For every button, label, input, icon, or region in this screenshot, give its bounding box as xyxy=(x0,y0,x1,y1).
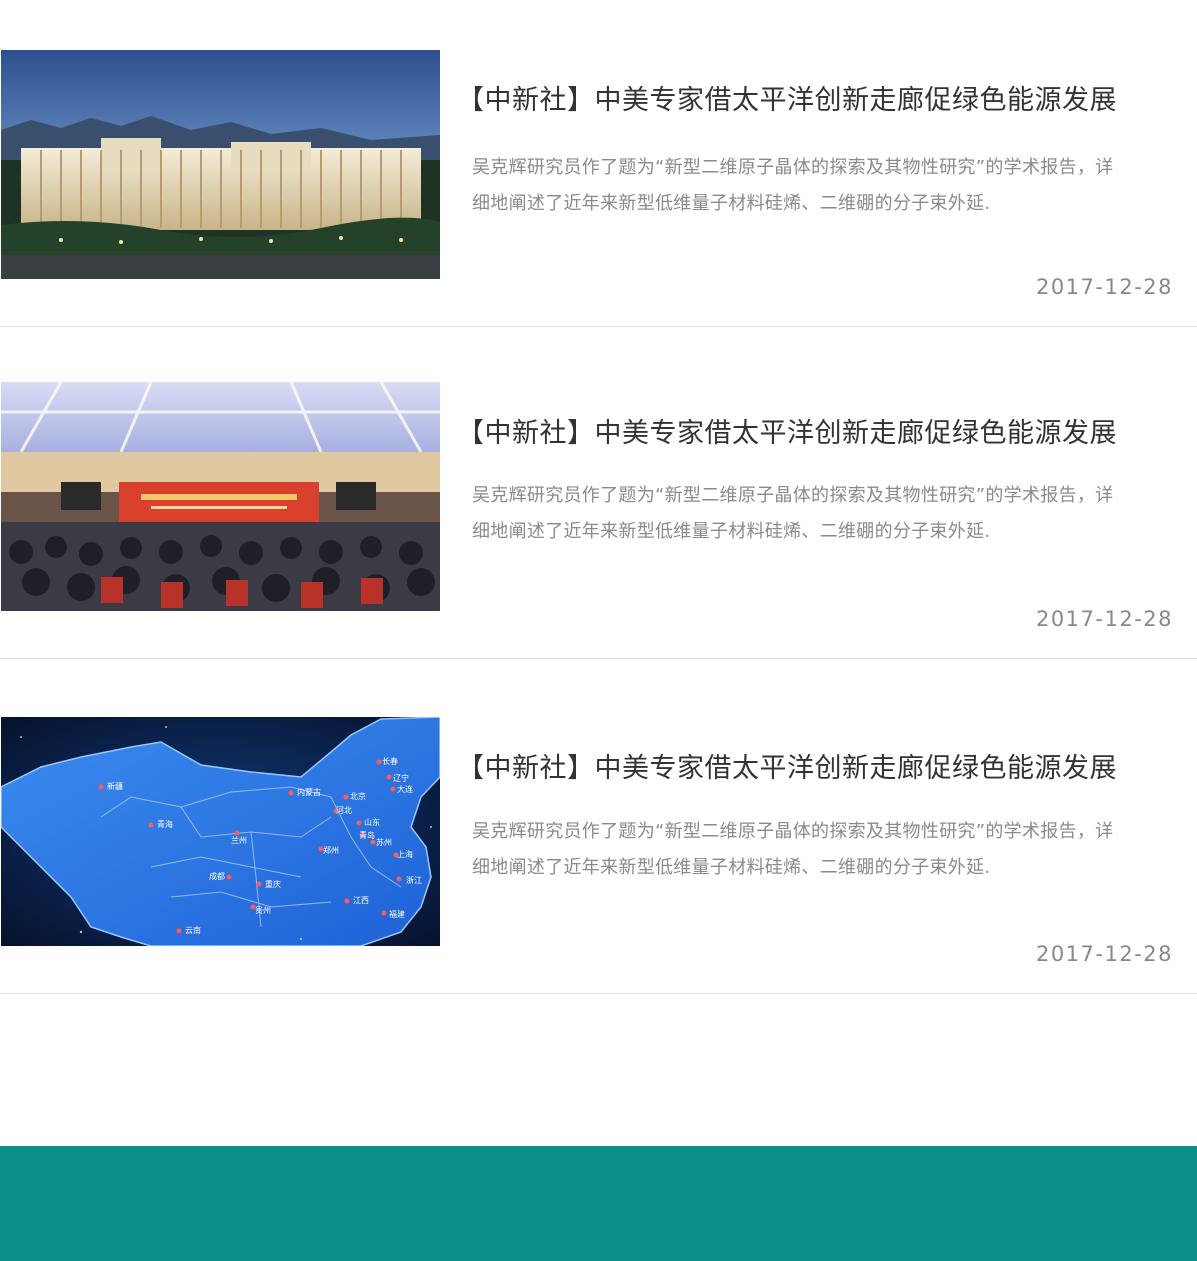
map-label: 浙江 xyxy=(406,875,422,885)
map-label: 郑州 xyxy=(323,845,339,855)
china-map-graphic: 新疆 青海 内蒙古 北京 河北 山东 青岛 苏州 郑州 兰州 成都 重庆 贵州 … xyxy=(1,717,440,946)
map-label: 苏州 xyxy=(376,837,392,847)
map-label: 长春 xyxy=(382,756,398,766)
news-date: 2017-12-28 xyxy=(1035,942,1173,966)
news-thumbnail-map[interactable]: 新疆 青海 内蒙古 北京 河北 山东 青岛 苏州 郑州 兰州 成都 重庆 贵州 … xyxy=(1,717,440,946)
map-label: 山东 xyxy=(364,817,380,827)
news-date: 2017-12-28 xyxy=(1035,275,1173,299)
news-summary: 吴克辉研究员作了题为“新型二维原子晶体的探索及其物性研究”的学术报告，详细地阐述… xyxy=(472,485,1114,542)
map-label: 内蒙古 xyxy=(297,787,321,797)
news-date: 2017-12-28 xyxy=(1035,607,1173,631)
news-title[interactable]: 【中新社】中美专家借太平洋创新走廊促绿色能源发展 xyxy=(457,411,1177,450)
news-item[interactable]: 【中新社】中美专家借太平洋创新走廊促绿色能源发展 吴克辉研究员作了题为“新型二维… xyxy=(0,327,1197,659)
news-title[interactable]: 【中新社】中美专家借太平洋创新走廊促绿色能源发展 xyxy=(457,78,1177,117)
news-item[interactable]: 【中新社】中美专家借太平洋创新走廊促绿色能源发展 吴克辉研究员作了题为“新型二维… xyxy=(0,0,1197,327)
news-thumbnail-building[interactable] xyxy=(1,50,440,279)
map-label: 上海 xyxy=(397,849,413,859)
map-label: 北京 xyxy=(350,791,366,801)
building-photo xyxy=(1,50,440,279)
map-label: 贵州 xyxy=(255,905,271,915)
conference-photo xyxy=(1,382,440,611)
map-label: 成都 xyxy=(209,871,225,881)
map-label: 辽宁 xyxy=(393,773,409,783)
news-summary: 吴克辉研究员作了题为“新型二维原子晶体的探索及其物性研究”的学术报告，详细地阐述… xyxy=(472,157,1114,214)
news-thumbnail-conference[interactable] xyxy=(1,382,440,611)
map-label: 福建 xyxy=(389,909,405,919)
map-label: 新疆 xyxy=(107,781,123,791)
map-label: 青岛 xyxy=(359,830,375,840)
map-label: 大连 xyxy=(397,784,413,794)
news-item[interactable]: 新疆 青海 内蒙古 北京 河北 山东 青岛 苏州 郑州 兰州 成都 重庆 贵州 … xyxy=(0,659,1197,994)
map-label: 重庆 xyxy=(265,879,281,889)
news-list: 【中新社】中美专家借太平洋创新走廊促绿色能源发展 吴克辉研究员作了题为“新型二维… xyxy=(0,0,1197,994)
map-label: 云南 xyxy=(185,925,201,935)
news-title[interactable]: 【中新社】中美专家借太平洋创新走廊促绿色能源发展 xyxy=(457,746,1177,785)
map-label: 兰州 xyxy=(231,835,247,845)
map-label: 青海 xyxy=(157,819,173,829)
map-label: 江西 xyxy=(353,896,369,905)
news-summary: 吴克辉研究员作了题为“新型二维原子晶体的探索及其物性研究”的学术报告，详细地阐述… xyxy=(472,821,1114,878)
footer-band xyxy=(0,1146,1197,1261)
map-label: 河北 xyxy=(336,805,352,815)
